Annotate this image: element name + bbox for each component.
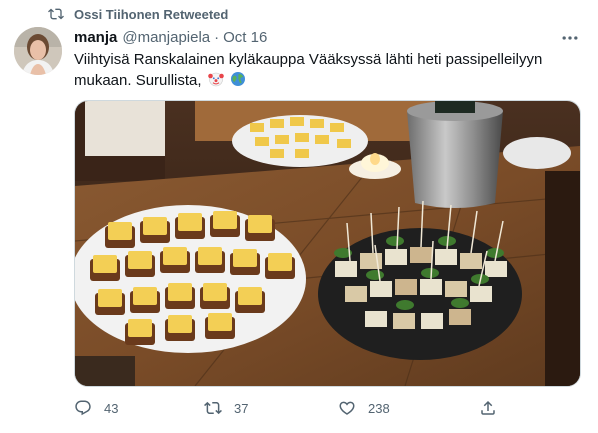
tweet-actions: 43 37 238: [74, 397, 504, 419]
avatar-image: [14, 27, 62, 75]
retweet-button[interactable]: 37: [204, 397, 248, 419]
retweet-icon: [48, 8, 64, 20]
heart-icon: [339, 401, 355, 415]
share-button[interactable]: [479, 397, 509, 419]
photo-image: [75, 101, 580, 386]
tweet-header: manja @manjapiela · Oct 16: [74, 27, 267, 47]
more-options-icon[interactable]: [560, 28, 580, 48]
tweet-text-line-2: mukaan. Surullista,: [74, 70, 584, 91]
tweet-text: Viihtyisä Ranskalainen kyläkauppa Vääksy…: [74, 49, 584, 91]
tweet-photo[interactable]: [74, 100, 581, 387]
tweet-text-line-1: Viihtyisä Ranskalainen kyläkauppa Vääksy…: [74, 51, 543, 68]
author-name[interactable]: manja: [74, 29, 117, 46]
avatar[interactable]: [14, 27, 62, 75]
tweet-date[interactable]: Oct 16: [223, 29, 267, 46]
retweet-banner-text[interactable]: Ossi Tiihonen Retweeted: [74, 7, 228, 22]
reply-button[interactable]: 43: [74, 397, 118, 419]
retweet-count: 37: [234, 400, 249, 416]
clown-face-icon: [207, 72, 224, 87]
tweet-card[interactable]: Ossi Tiihonen Retweeted manja @manjapiel…: [0, 0, 598, 433]
separator-dot: ·: [214, 28, 220, 46]
author-handle[interactable]: @manjapiela: [122, 29, 210, 46]
globe-icon: [230, 72, 245, 86]
retweet-banner: Ossi Tiihonen Retweeted: [48, 6, 228, 22]
reply-count: 43: [104, 400, 119, 416]
like-button[interactable]: 238: [338, 397, 390, 419]
tweet-text-line-2-content: mukaan. Surullista,: [74, 72, 202, 89]
reply-icon: [75, 400, 91, 416]
share-icon: [481, 400, 495, 415]
retweet-icon: [204, 401, 222, 415]
like-count: 238: [368, 400, 390, 416]
